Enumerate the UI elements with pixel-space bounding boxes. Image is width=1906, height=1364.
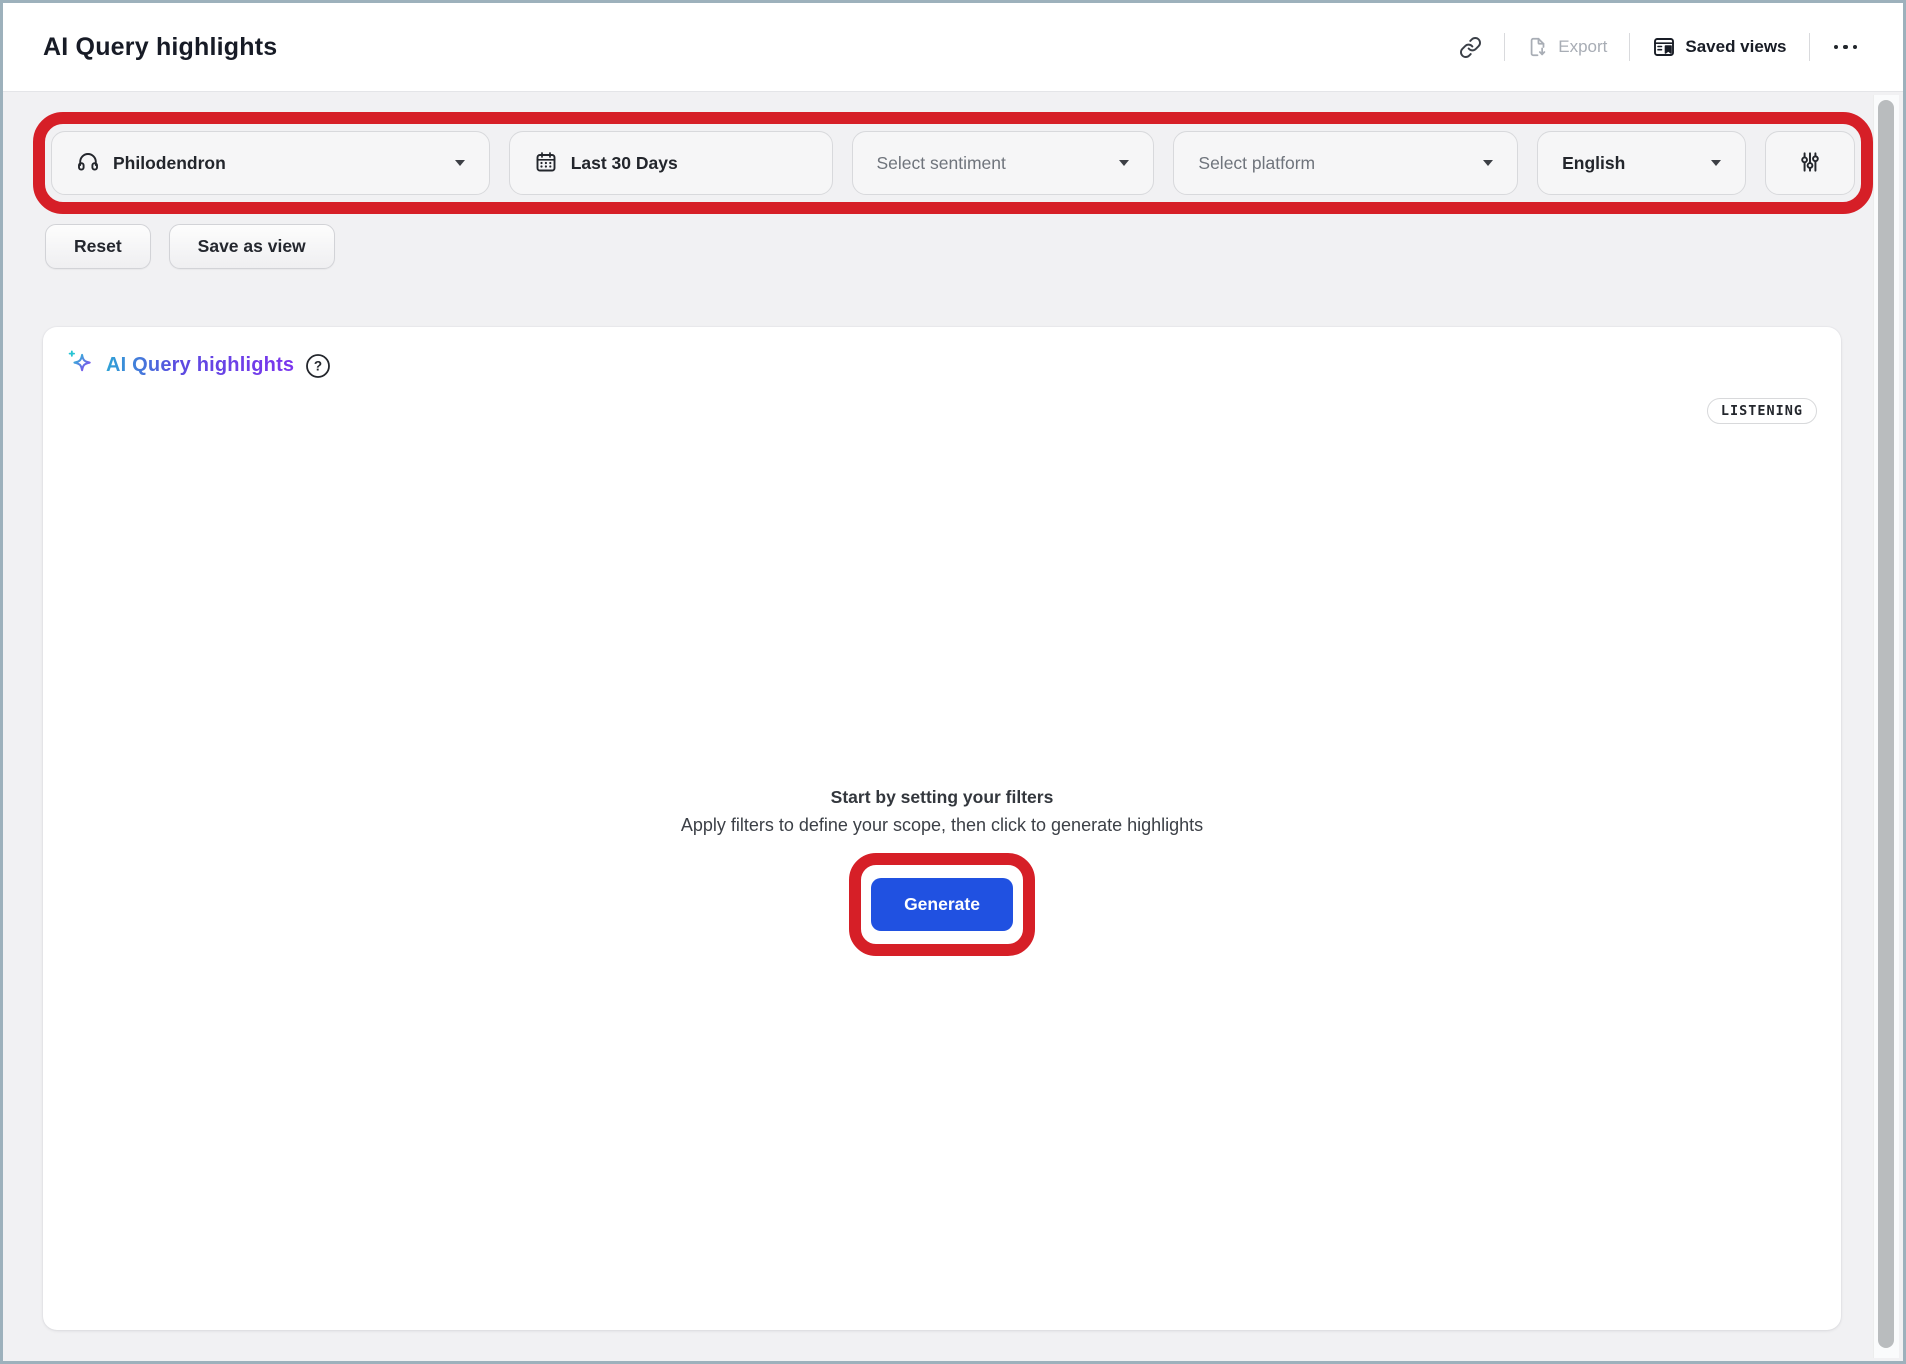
language-value: English — [1562, 153, 1625, 174]
saved-views-label: Saved views — [1685, 37, 1786, 57]
scrollbar-thumb[interactable] — [1878, 100, 1894, 1348]
topic-filter-value: Philodendron — [113, 153, 226, 174]
listening-badge: LISTENING — [1707, 398, 1817, 424]
save-as-view-button[interactable]: Save as view — [169, 224, 335, 269]
help-icon[interactable]: ? — [305, 353, 331, 379]
platform-filter-dropdown[interactable]: Select platform — [1173, 131, 1518, 195]
platform-placeholder: Select platform — [1198, 153, 1315, 174]
badge-row: LISTENING — [67, 398, 1817, 424]
card-title: AI Query highlights — [106, 354, 294, 377]
annotation-generate-button: Generate — [849, 853, 1035, 956]
empty-state: Start by setting your filters Apply filt… — [67, 424, 1817, 1308]
svg-text:?: ? — [314, 358, 322, 373]
chevron-down-icon — [1711, 160, 1721, 166]
more-options-button[interactable] — [1832, 39, 1860, 56]
sentiment-placeholder: Select sentiment — [877, 153, 1006, 174]
ellipsis-icon — [1834, 45, 1839, 50]
sentiment-filter-dropdown[interactable]: Select sentiment — [852, 131, 1155, 195]
header-divider — [1504, 33, 1505, 61]
ai-query-highlights-card: AI Query highlights ? LISTENING Start by… — [43, 327, 1841, 1330]
export-label: Export — [1558, 37, 1607, 57]
date-range-value: Last 30 Days — [571, 153, 678, 174]
page-header: AI Query highlights Export — [3, 3, 1903, 92]
chevron-down-icon — [1119, 160, 1129, 166]
empty-state-subtext: Apply filters to define your scope, then… — [681, 815, 1203, 836]
filter-actions: Reset Save as view — [45, 224, 1903, 269]
card-header: AI Query highlights ? — [67, 349, 1817, 382]
copy-link-button[interactable] — [1459, 36, 1482, 59]
page-title: AI Query highlights — [43, 33, 277, 62]
topic-filter-dropdown[interactable]: Philodendron — [51, 131, 490, 195]
reset-button[interactable]: Reset — [45, 224, 151, 269]
annotation-filter-bar: Philodendron Last 30 Days Select sentime… — [33, 112, 1873, 214]
saved-views-button[interactable]: Saved views — [1652, 35, 1786, 59]
chevron-down-icon — [1483, 160, 1493, 166]
header-divider — [1629, 33, 1630, 61]
link-icon — [1459, 36, 1482, 59]
header-divider — [1809, 33, 1810, 61]
export-button[interactable]: Export — [1527, 36, 1607, 58]
language-filter-dropdown[interactable]: English — [1537, 131, 1746, 195]
advanced-filters-button[interactable] — [1765, 131, 1855, 195]
header-toolbar: Export Saved views — [1459, 33, 1859, 61]
filter-bar: Philodendron Last 30 Days Select sentime… — [51, 131, 1855, 195]
sliders-icon — [1797, 149, 1823, 178]
date-range-filter[interactable]: Last 30 Days — [509, 131, 833, 195]
chevron-down-icon — [455, 160, 465, 166]
calendar-icon — [534, 150, 558, 177]
empty-state-heading: Start by setting your filters — [831, 787, 1054, 808]
sparkle-icon — [67, 349, 95, 382]
saved-views-icon — [1652, 35, 1676, 59]
generate-button[interactable]: Generate — [871, 878, 1013, 931]
export-file-icon — [1527, 36, 1549, 58]
headphones-icon — [76, 150, 100, 177]
